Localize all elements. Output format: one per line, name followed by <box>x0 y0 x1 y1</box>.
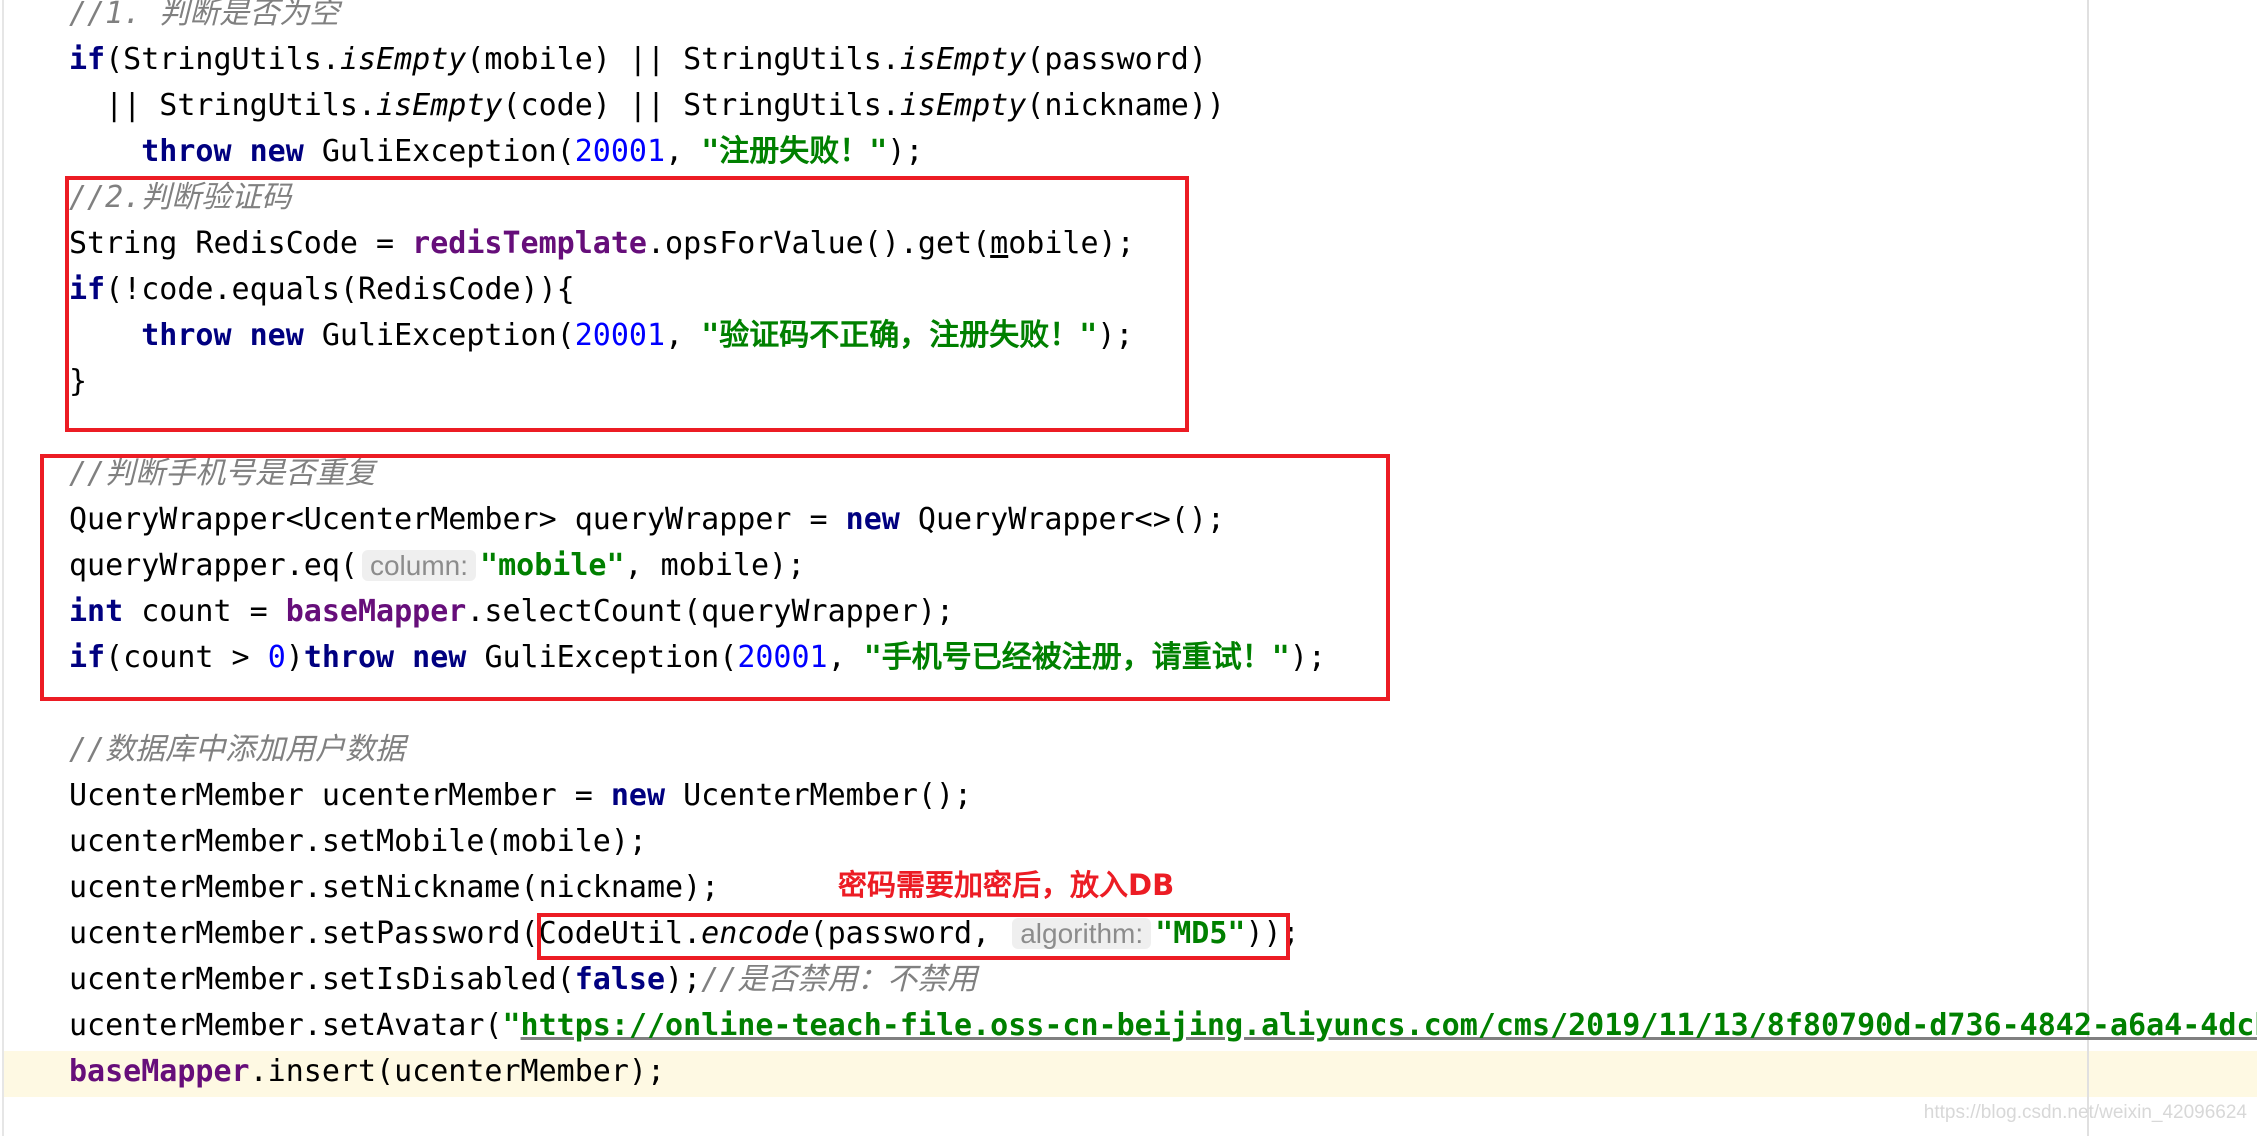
code-line[interactable]: UcenterMember ucenterMember = new Ucente… <box>69 773 972 819</box>
code-token: "注册失败！" <box>701 134 888 169</box>
code-token: , <box>665 134 702 169</box>
annotation-box-encode <box>537 913 1290 960</box>
code-line[interactable]: ucenterMember.setAvatar("https://online-… <box>69 1003 2257 1049</box>
code-token: isEmpty <box>899 42 1027 77</box>
code-token: 20001 <box>574 134 666 169</box>
code-token: ucenterMember.setIsDisabled( <box>69 962 575 997</box>
code-line[interactable]: ucenterMember.setIsDisabled(false);//是否禁… <box>69 957 977 1003</box>
code-token: (StringUtils. <box>105 42 340 77</box>
code-token: ); <box>887 134 924 169</box>
code-line[interactable]: ucenterMember.setMobile(mobile); <box>69 819 647 865</box>
code-token: UcenterMember ucenterMember = <box>69 778 611 813</box>
url-string: https://online-teach-file.oss-cn-beijing… <box>520 1008 2257 1043</box>
annotation-box-mobile-check <box>40 454 1390 701</box>
code-token: //1. 判断是否为空 <box>69 0 340 31</box>
code-line[interactable]: throw new GuliException(20001, "注册失败！"); <box>69 129 923 175</box>
code-line[interactable]: baseMapper.insert(ucenterMember); <box>69 1049 665 1095</box>
code-token: baseMapper <box>69 1054 250 1089</box>
code-token: new <box>610 778 684 813</box>
code-line[interactable]: if(StringUtils.isEmpty(mobile) || String… <box>69 37 1207 83</box>
code-token: false <box>574 962 666 997</box>
code-token: .insert(ucenterMember); <box>249 1054 666 1089</box>
code-line[interactable]: //1. 判断是否为空 <box>69 0 339 37</box>
code-line[interactable]: || StringUtils.isEmpty(code) || StringUt… <box>69 83 1225 129</box>
code-token: (password) <box>1026 42 1207 77</box>
code-token: || StringUtils. <box>69 88 377 123</box>
code-token: throw new <box>141 134 322 169</box>
code-token: ucenterMember.setAvatar( <box>69 1008 503 1043</box>
code-token: isEmpty <box>899 88 1027 123</box>
code-token: //是否禁用：不禁用 <box>701 962 978 997</box>
code-token: //数据库中添加用户数据 <box>69 732 406 767</box>
code-token: (code) || StringUtils. <box>502 88 900 123</box>
code-token: ucenterMember.setNickname(nickname); <box>69 870 720 905</box>
code-token: GuliException( <box>321 134 575 169</box>
code-line[interactable]: //数据库中添加用户数据 <box>69 727 405 773</box>
code-token: ); <box>665 962 702 997</box>
right-margin-guide <box>2087 0 2089 1136</box>
code-line[interactable]: ucenterMember.setNickname(nickname); <box>69 865 719 911</box>
editor-left-border <box>2 0 4 1136</box>
annotation-box-verify-code <box>65 176 1189 432</box>
code-token: ucenterMember.setMobile(mobile); <box>69 824 647 859</box>
code-token: (nickname)) <box>1026 88 1225 123</box>
code-token: " <box>502 1008 521 1043</box>
code-token: isEmpty <box>339 42 467 77</box>
code-token: UcenterMember(); <box>683 778 973 813</box>
code-token: (mobile) || StringUtils. <box>466 42 900 77</box>
code-token: if <box>69 42 106 77</box>
watermark: https://blog.csdn.net/weixin_42096624 <box>1923 1102 2247 1123</box>
annotation-note: 密码需要加密后，放入DB <box>838 868 1175 902</box>
code-token: isEmpty <box>376 88 503 123</box>
